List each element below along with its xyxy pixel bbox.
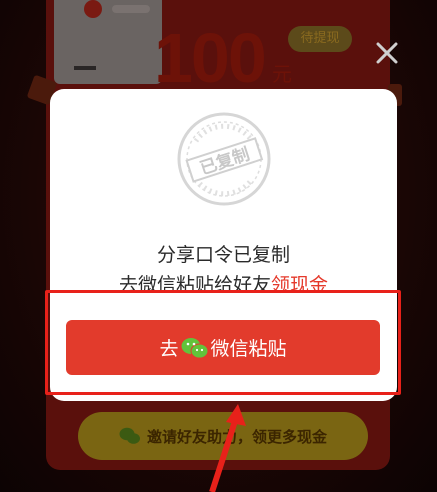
paste-instruction-text: 去微信粘贴给好友 [118, 274, 271, 296]
wechat-icon [181, 337, 208, 358]
share-copied-dialog: 已复制 分享口令已复制 去微信粘贴给好友领现金 去 微信粘贴 [50, 89, 397, 401]
copied-stamp-icon: 已复制 [177, 112, 271, 206]
wechat-paste-label: 微信粘贴 [210, 338, 287, 360]
ticket-bar [112, 5, 150, 13]
close-icon[interactable] [372, 38, 402, 68]
wechat-icon [119, 427, 140, 444]
claim-cash-link: 领现金 [271, 274, 329, 296]
paste-instruction: 去微信粘贴给好友领现金 [50, 272, 397, 298]
go-wechat-paste-button[interactable]: 去 微信粘贴 [66, 320, 380, 375]
cash-amount: 100 [154, 19, 267, 97]
go-label: 去 [159, 338, 179, 360]
invite-friends-button[interactable]: 邀请好友助力，领更多现金 [78, 412, 368, 460]
copied-message: 分享口令已复制 [156, 244, 290, 266]
pending-withdraw-badge: 待提现 [288, 26, 352, 52]
ticket-dot [84, 0, 102, 18]
amount-dash [74, 66, 96, 70]
cash-unit: 元 [272, 62, 292, 86]
invite-friends-label: 邀请好友助力，领更多现金 [146, 427, 327, 446]
